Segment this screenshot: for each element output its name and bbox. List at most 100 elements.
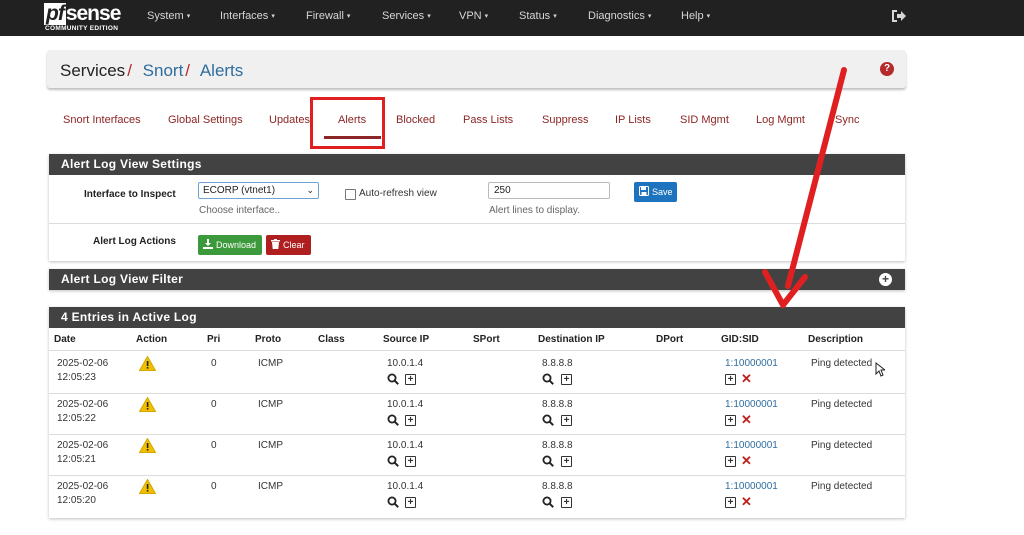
actions-label: Alert Log Actions: [93, 236, 176, 247]
row1-pri: 0: [211, 358, 217, 369]
breadcrumb: Services / Snort / Alerts: [60, 61, 244, 80]
disable-rule-icon[interactable]: ✕: [741, 413, 752, 426]
warning-icon: [139, 397, 156, 412]
tab-blocked[interactable]: Blocked: [396, 114, 435, 126]
save-button[interactable]: Save: [634, 182, 677, 202]
nav-system[interactable]: System ▾: [147, 10, 190, 22]
row4-source-ip: 10.0.1.4: [387, 481, 424, 492]
col-dport[interactable]: DPort: [656, 334, 683, 345]
disable-rule-icon[interactable]: ✕: [741, 372, 752, 385]
nav-interfaces[interactable]: Interfaces ▾: [220, 10, 275, 22]
row4-description: Ping detected: [811, 481, 873, 492]
col-description[interactable]: Description: [808, 334, 863, 345]
tab-log-mgmt[interactable]: Log Mgmt: [756, 114, 805, 126]
add-to-suppress-icon[interactable]: +: [405, 456, 416, 467]
col-gid-sid[interactable]: GID:SID: [721, 334, 759, 345]
add-to-suppress-icon[interactable]: +: [561, 415, 572, 426]
search-icon[interactable]: [387, 496, 399, 508]
col-source-ip[interactable]: Source IP: [383, 334, 429, 345]
caret-down-icon: ▾: [427, 13, 431, 20]
row2-gid-sid[interactable]: 1:10000001: [725, 398, 778, 412]
header-divider: [49, 350, 905, 351]
tab-ip-lists[interactable]: IP Lists: [615, 114, 651, 126]
top-navbar: pfsense COMMUNITY EDITION System ▾ Interf…: [0, 0, 1024, 36]
add-to-suppress-icon[interactable]: +: [561, 497, 572, 508]
row3-date: 2025-02-06 12:05:21: [57, 440, 109, 465]
add-suppress-icon[interactable]: +: [725, 456, 736, 467]
row-divider: [49, 434, 905, 435]
row3-gid-sid[interactable]: 1:10000001: [725, 439, 778, 453]
logout-icon[interactable]: [891, 9, 906, 26]
nav-services[interactable]: Services ▾: [382, 10, 431, 22]
nav-diagnostics[interactable]: Diagnostics ▾: [588, 10, 651, 22]
nav-status[interactable]: Status ▾: [519, 10, 557, 22]
tab-sync[interactable]: Sync: [835, 114, 859, 126]
tab-pass-lists[interactable]: Pass Lists: [463, 114, 513, 126]
row4-gid-sid[interactable]: 1:10000001: [725, 480, 778, 494]
nav-help[interactable]: Help ▾: [681, 10, 710, 22]
row2-destination-ip: 8.8.8.8: [542, 399, 573, 410]
search-icon[interactable]: [387, 414, 399, 426]
disable-rule-icon[interactable]: ✕: [741, 495, 752, 508]
search-icon[interactable]: [542, 496, 554, 508]
caret-down-icon: ▾: [271, 13, 275, 20]
row1-gid-sid[interactable]: 1:10000001: [725, 357, 778, 371]
help-icon[interactable]: ?: [880, 62, 894, 76]
add-to-suppress-icon[interactable]: +: [405, 374, 416, 385]
add-to-suppress-icon[interactable]: +: [561, 374, 572, 385]
row3-pri: 0: [211, 440, 217, 451]
add-suppress-icon[interactable]: +: [725, 374, 736, 385]
add-to-suppress-icon[interactable]: +: [561, 456, 572, 467]
pfsense-logo[interactable]: pfsense COMMUNITY EDITION: [44, 3, 126, 33]
tab-sid-mgmt[interactable]: SID Mgmt: [680, 114, 729, 126]
search-icon[interactable]: [542, 373, 554, 385]
add-suppress-icon[interactable]: +: [725, 497, 736, 508]
col-date[interactable]: Date: [54, 334, 76, 345]
row2-source-ip: 10.0.1.4: [387, 399, 424, 410]
search-icon[interactable]: [542, 455, 554, 467]
breadcrumb-alerts[interactable]: Alerts: [200, 61, 243, 80]
alert-lines-input[interactable]: 250: [488, 182, 610, 199]
col-proto[interactable]: Proto: [255, 334, 281, 345]
row1-description: Ping detected: [811, 358, 873, 369]
add-to-suppress-icon[interactable]: +: [405, 415, 416, 426]
col-action[interactable]: Action: [136, 334, 167, 345]
row3-destination-ip: 8.8.8.8: [542, 440, 573, 451]
disable-rule-icon[interactable]: ✕: [741, 454, 752, 467]
caret-down-icon: ▾: [553, 13, 557, 20]
col-class[interactable]: Class: [318, 334, 345, 345]
col-pri[interactable]: Pri: [207, 334, 220, 345]
logo-wordmark: pfsense: [44, 2, 121, 25]
clear-button[interactable]: Clear: [266, 235, 311, 255]
col-sport[interactable]: SPort: [473, 334, 500, 345]
alert-lines-hint: Alert lines to display.: [489, 205, 580, 216]
download-button[interactable]: Download: [198, 235, 262, 255]
breadcrumb-snort[interactable]: Snort: [143, 61, 184, 80]
auto-refresh-label: Auto-refresh view: [359, 188, 437, 199]
auto-refresh-checkbox[interactable]: [345, 189, 356, 200]
col-destination-ip[interactable]: Destination IP: [538, 334, 605, 345]
search-icon[interactable]: [387, 373, 399, 385]
row2-date: 2025-02-06 12:05:22: [57, 399, 109, 424]
add-to-suppress-icon[interactable]: +: [405, 497, 416, 508]
nav-vpn[interactable]: VPN ▾: [459, 10, 488, 22]
interface-select[interactable]: ECORP (vtnet1) ⌄: [198, 182, 319, 199]
caret-down-icon: ▾: [706, 13, 711, 20]
tab-suppress[interactable]: Suppress: [542, 114, 588, 126]
expand-filter-icon[interactable]: +: [879, 273, 892, 286]
row2-description: Ping detected: [811, 399, 873, 410]
settings-panel: Alert Log View Settings: [49, 154, 905, 261]
add-suppress-icon[interactable]: +: [725, 415, 736, 426]
caret-down-icon: ▾: [186, 13, 191, 20]
tab-updates[interactable]: Updates: [269, 114, 310, 126]
divider: [49, 223, 905, 224]
search-icon[interactable]: [542, 414, 554, 426]
nav-firewall[interactable]: Firewall ▾: [306, 10, 350, 22]
interface-hint: Choose interface..: [199, 205, 281, 216]
search-icon[interactable]: [387, 455, 399, 467]
tab-snort-interfaces[interactable]: Snort Interfaces: [63, 114, 141, 126]
caret-down-icon: ▾: [346, 13, 351, 20]
warning-icon: [139, 479, 156, 494]
tab-global-settings[interactable]: Global Settings: [168, 114, 243, 126]
breadcrumb-bar: Services / Snort / Alerts ?: [47, 50, 906, 88]
